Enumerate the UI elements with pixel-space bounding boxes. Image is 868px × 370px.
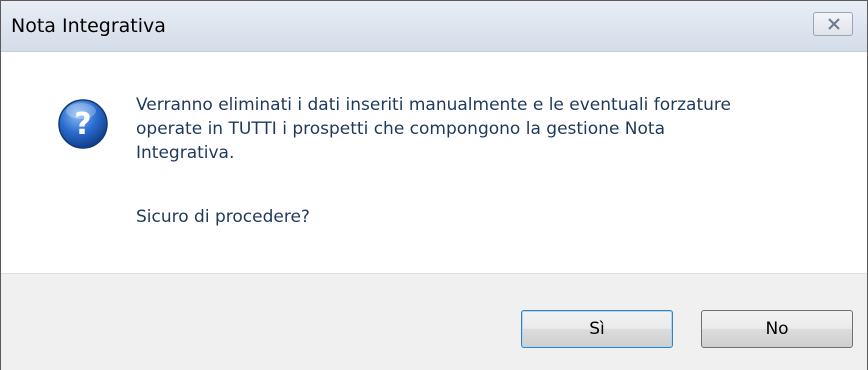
no-button[interactable]: No <box>701 310 853 348</box>
svg-text:?: ? <box>74 107 91 142</box>
message-line: operate in TUTTI i prospetti che compong… <box>136 119 666 139</box>
yes-button[interactable]: Sì <box>521 310 673 348</box>
message-line: Integrativa. <box>136 143 235 163</box>
title-bar: Nota Integrativa <box>1 1 867 52</box>
question-icon: ? <box>58 99 108 149</box>
close-button[interactable] <box>813 12 853 36</box>
button-bar: Sì No <box>1 273 867 370</box>
question-text: Sicuro di procedere? <box>136 207 310 227</box>
window-title: Nota Integrativa <box>11 15 166 37</box>
message-line: Verranno eliminati i dati inseriti manua… <box>136 95 731 115</box>
close-icon <box>828 18 840 30</box>
dialog-content: ? Verranno eliminati i dati inseriti man… <box>1 52 867 273</box>
message-dialog: Nota Integrativa ? Verranno eliminati i … <box>0 0 868 370</box>
message-text: Verranno eliminati i dati inseriti manua… <box>136 93 836 165</box>
